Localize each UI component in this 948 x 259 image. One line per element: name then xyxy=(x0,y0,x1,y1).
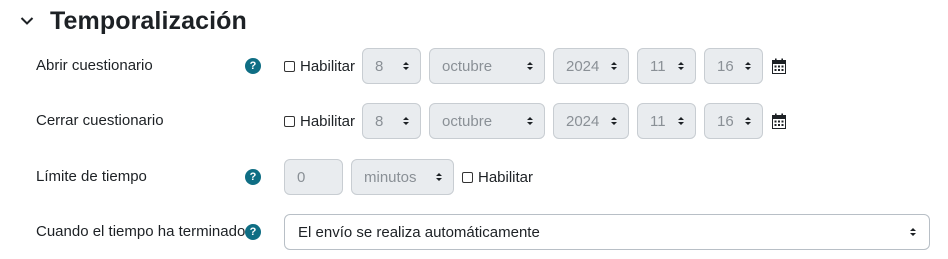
open-quiz-day-value: 8 xyxy=(375,57,384,75)
select-arrow-icon xyxy=(527,117,533,125)
time-limit-enable-label: Habilitar xyxy=(478,168,534,186)
select-arrow-icon xyxy=(527,62,533,70)
select-arrow-icon xyxy=(910,228,916,236)
help-icon[interactable]: ? xyxy=(245,169,261,185)
close-quiz-minute-value: 16 xyxy=(717,112,734,130)
close-quiz-enable-label: Habilitar xyxy=(300,112,356,130)
open-quiz-month-select[interactable]: octubre xyxy=(429,48,545,84)
close-quiz-enable-checkbox[interactable]: Habilitar xyxy=(284,101,355,141)
close-quiz-row: Cerrar cuestionario Habilitar 8 octubre … xyxy=(0,101,948,141)
open-quiz-year-select[interactable]: 2024 xyxy=(553,48,629,84)
checkbox-icon[interactable] xyxy=(284,60,295,72)
close-quiz-day-value: 8 xyxy=(375,112,384,130)
when-time-expires-value: El envío se realiza automáticamente xyxy=(298,223,540,241)
select-arrow-icon xyxy=(403,62,409,70)
close-quiz-year-select[interactable]: 2024 xyxy=(553,103,629,139)
when-time-expires-select[interactable]: El envío se realiza automáticamente xyxy=(284,214,930,250)
close-quiz-hour-select[interactable]: 11 xyxy=(637,103,696,139)
open-quiz-minute-select[interactable]: 16 xyxy=(704,48,763,84)
open-quiz-hour-select[interactable]: 11 xyxy=(637,48,696,84)
time-limit-unit-select[interactable]: minutos xyxy=(351,159,454,195)
time-limit-value: 0 xyxy=(297,168,306,186)
select-arrow-icon xyxy=(745,117,751,125)
select-arrow-icon xyxy=(678,62,684,70)
open-quiz-label: Abrir cuestionario xyxy=(36,57,153,74)
open-quiz-minute-value: 16 xyxy=(717,57,734,75)
select-arrow-icon xyxy=(611,62,617,70)
time-limit-unit-value: minutos xyxy=(364,168,417,186)
time-limit-enable-checkbox[interactable]: Habilitar xyxy=(462,157,533,197)
select-arrow-icon xyxy=(678,117,684,125)
close-quiz-day-select[interactable]: 8 xyxy=(362,103,421,139)
select-arrow-icon xyxy=(745,62,751,70)
close-quiz-month-value: octubre xyxy=(442,112,493,130)
open-quiz-year-value: 2024 xyxy=(566,57,600,75)
section-header: Temporalización xyxy=(18,4,247,38)
open-quiz-day-select[interactable]: 8 xyxy=(362,48,421,84)
open-quiz-enable-label: Habilitar xyxy=(300,57,356,75)
help-icon[interactable]: ? xyxy=(245,224,261,240)
close-quiz-hour-value: 11 xyxy=(650,112,666,130)
close-quiz-year-value: 2024 xyxy=(566,112,600,130)
when-time-expires-label: Cuando el tiempo ha terminado xyxy=(36,223,246,240)
when-time-expires-row: Cuando el tiempo ha terminado ? El envío… xyxy=(0,212,948,252)
checkbox-icon[interactable] xyxy=(284,115,295,127)
close-quiz-month-select[interactable]: octubre xyxy=(429,103,545,139)
select-arrow-icon xyxy=(611,117,617,125)
open-quiz-row: Abrir cuestionario ? Habilitar 8 octubre… xyxy=(0,46,948,86)
calendar-icon[interactable] xyxy=(772,58,786,74)
open-quiz-month-value: octubre xyxy=(442,57,493,75)
section-title: Temporalización xyxy=(50,6,247,35)
checkbox-icon[interactable] xyxy=(462,171,473,183)
help-icon[interactable]: ? xyxy=(245,58,261,74)
time-limit-input[interactable]: 0 xyxy=(284,159,343,195)
open-quiz-hour-value: 11 xyxy=(650,57,666,75)
chevron-down-icon[interactable] xyxy=(18,12,36,30)
select-arrow-icon xyxy=(436,173,442,181)
close-quiz-minute-select[interactable]: 16 xyxy=(704,103,763,139)
close-quiz-label: Cerrar cuestionario xyxy=(36,112,164,129)
open-quiz-enable-checkbox[interactable]: Habilitar xyxy=(284,46,355,86)
time-limit-label: Límite de tiempo xyxy=(36,168,147,185)
calendar-icon[interactable] xyxy=(772,113,786,129)
select-arrow-icon xyxy=(403,117,409,125)
time-limit-row: Límite de tiempo ? 0 minutos Habilitar xyxy=(0,157,948,197)
